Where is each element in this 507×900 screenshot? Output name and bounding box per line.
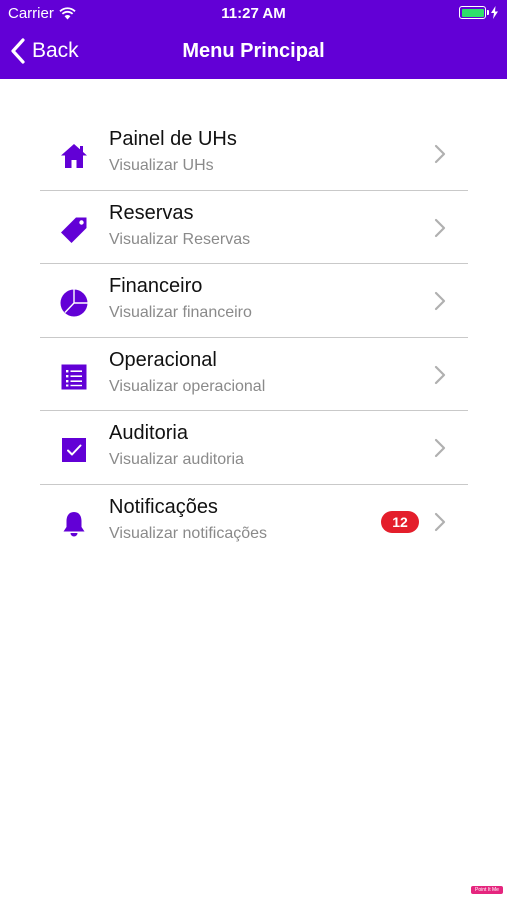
menu-item-title: Operacional xyxy=(109,348,217,371)
menu-item-subtitle: Visualizar notificações xyxy=(109,524,268,542)
battery-indicator xyxy=(459,6,499,19)
battery-tip xyxy=(487,10,489,15)
menu-item-title: Auditoria xyxy=(109,422,188,444)
page-title: Menu Principal xyxy=(182,40,325,62)
menu-item-title: Reservas xyxy=(109,201,194,224)
menu-item-painel-uhs[interactable]: Painel de UHs Visualizar UHs xyxy=(0,117,507,191)
charging-bolt-icon xyxy=(491,6,498,19)
watermark-logo: Point It Me xyxy=(471,886,503,894)
tag-icon xyxy=(58,214,90,246)
menu-item-notificacoes[interactable]: Notificações Visualizar notificações 12 xyxy=(0,485,507,559)
pie-chart-icon xyxy=(58,287,90,319)
chevron-right-icon xyxy=(434,144,446,164)
app-header: Carrier 11:27 AM Back Menu Principal xyxy=(0,0,507,79)
menu-item-title: Notificações xyxy=(109,495,218,518)
chevron-right-icon xyxy=(434,512,446,531)
chevron-right-icon xyxy=(434,218,446,237)
chevron-right-icon xyxy=(434,365,446,384)
menu-item-auditoria[interactable]: Auditoria Visualizar auditoria xyxy=(0,411,507,485)
menu-item-title: Painel de UHs xyxy=(109,128,237,150)
menu-item-subtitle: Visualizar UHs xyxy=(109,157,214,174)
menu-list: Painel de UHs Visualizar UHs Reservas Vi… xyxy=(0,117,507,558)
menu-item-subtitle: Visualizar auditoria xyxy=(109,451,244,468)
notification-count-badge: 12 xyxy=(381,510,419,533)
menu-item-operacional[interactable]: Operacional Visualizar operacional xyxy=(0,338,507,411)
list-icon xyxy=(58,361,90,393)
battery-icon xyxy=(459,6,489,19)
battery-level-fill xyxy=(461,8,484,17)
navigation-bar: Back Menu Principal xyxy=(0,26,507,79)
chevron-right-icon xyxy=(434,291,446,311)
menu-item-reservas[interactable]: Reservas Visualizar Reservas xyxy=(0,191,507,264)
chevron-right-icon xyxy=(434,438,446,458)
bell-icon xyxy=(58,508,90,540)
menu-item-subtitle: Visualizar financeiro xyxy=(109,304,252,321)
menu-item-subtitle: Visualizar operacional xyxy=(109,377,266,395)
menu-item-subtitle: Visualizar Reservas xyxy=(109,230,251,248)
status-time: 11:27 AM xyxy=(221,5,286,22)
checkbox-icon xyxy=(58,434,90,466)
menu-item-financeiro[interactable]: Financeiro Visualizar financeiro xyxy=(0,264,507,338)
home-icon xyxy=(58,140,90,172)
status-bar: Carrier 11:27 AM xyxy=(0,0,507,26)
menu-item-title: Financeiro xyxy=(109,275,203,297)
